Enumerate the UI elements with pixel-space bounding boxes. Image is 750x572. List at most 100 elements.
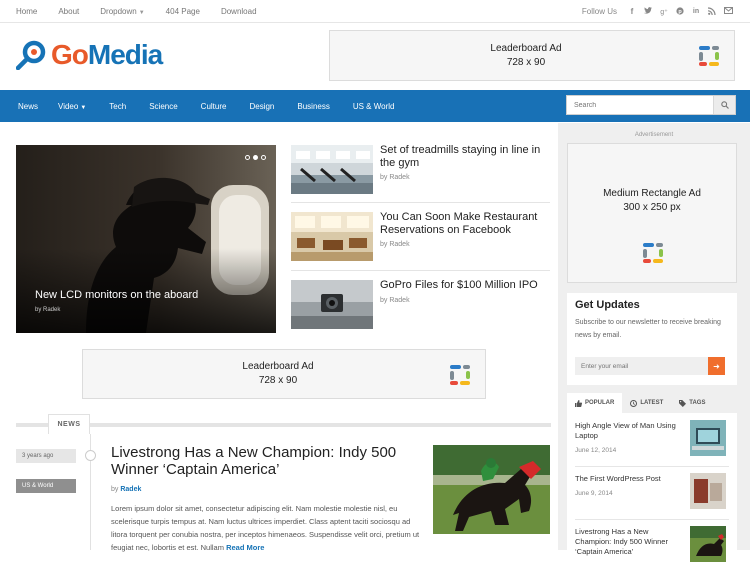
nav-us-world[interactable]: US & World (353, 102, 395, 111)
widget-title: Get Updates (575, 299, 640, 311)
twitter-icon[interactable] (644, 7, 652, 16)
ad-brand-icon (699, 46, 719, 66)
newsletter-widget: Get Updates Subscribe to our newsletter … (567, 293, 737, 385)
pinterest-icon[interactable]: p (676, 6, 684, 17)
popular-list: High Angle View of Man Using Laptop June… (567, 413, 737, 562)
slider-dot-active[interactable] (253, 155, 258, 160)
ad-brand-icon (450, 365, 470, 385)
byline-prefix: by (111, 486, 119, 493)
side-post[interactable]: Set of treadmills staying in line in the… (291, 144, 550, 195)
topnav-404-link[interactable]: 404 Page (166, 7, 200, 16)
post-thumbnail[interactable] (291, 280, 373, 329)
topnav-download-link[interactable]: Download (221, 7, 257, 16)
list-item-title[interactable]: The First WordPress Post (575, 474, 685, 484)
sidebar-tabs: POPULAR LATEST TAGS (567, 393, 737, 413)
subscribe-button[interactable]: ➜ (708, 357, 725, 375)
arrow-right-icon: ➜ (713, 361, 720, 371)
featured-title[interactable]: New LCD monitors on the aboard (35, 289, 198, 301)
post-thumbnail[interactable] (291, 212, 373, 261)
search-button[interactable] (713, 96, 735, 114)
list-item-title[interactable]: High Angle View of Man Using Laptop (575, 421, 685, 441)
ad-size: 728 x 90 (258, 375, 298, 386)
timeline-dot (85, 450, 96, 461)
logo-word-go: Go (51, 39, 89, 70)
rss-icon[interactable] (708, 6, 716, 17)
ad-title: Leaderboard Ad (242, 361, 314, 372)
search-input[interactable] (567, 96, 713, 114)
side-post[interactable]: You Can Soon Make Restaurant Reservation… (291, 211, 550, 262)
tab-latest[interactable]: LATEST (622, 393, 671, 413)
logo-word-media: Media (87, 39, 163, 70)
tab-label: LATEST (640, 400, 664, 406)
header-leaderboard-ad[interactable]: Leaderboard Ad 728 x 90 (329, 30, 735, 81)
nav-science[interactable]: Science (149, 102, 177, 111)
nav-tech[interactable]: Tech (109, 102, 126, 111)
post-title[interactable]: You Can Soon Make Restaurant Reservation… (380, 211, 548, 237)
read-more-link[interactable]: Read More (226, 543, 264, 552)
linkedin-icon[interactable]: in (692, 8, 700, 15)
article-title[interactable]: Livestrong Has a New Champion: Indy 500 … (111, 444, 421, 478)
follow-us-label: Follow Us (581, 7, 617, 16)
nav-news[interactable]: News (18, 102, 38, 111)
ad-size: 728 x 90 (506, 56, 546, 68)
nav-video[interactable]: Video ▼ (58, 102, 86, 111)
list-item-thumbnail[interactable] (690, 420, 726, 456)
category-badge[interactable]: US & World (16, 479, 76, 493)
slider-dot[interactable] (261, 155, 266, 160)
site-logo[interactable]: GoMedia (16, 39, 163, 70)
email-field[interactable] (575, 357, 709, 375)
tab-label: TAGS (689, 400, 706, 406)
tab-popular[interactable]: POPULAR (567, 393, 623, 413)
list-item-thumbnail[interactable] (690, 526, 726, 562)
ad-title: Medium Rectangle Ad (603, 188, 701, 199)
nav-business[interactable]: Business (297, 102, 329, 111)
list-item[interactable]: Livestrong Has a New Champion: Indy 500 … (567, 519, 737, 572)
tab-tags[interactable]: TAGS (671, 393, 713, 413)
main-nav: News Video ▼ Tech Science Culture Design … (18, 90, 417, 122)
list-item-thumbnail[interactable] (690, 473, 726, 509)
article-author[interactable]: Radek (120, 486, 141, 493)
widget-description: Subscribe to our newsletter to receive b… (575, 319, 721, 339)
ad-title: Leaderboard Ad (490, 42, 562, 54)
list-item[interactable]: The First WordPress Post June 9, 2014 (567, 466, 737, 519)
ad-brand-icon (643, 243, 663, 263)
sidebar-rectangle-ad[interactable]: Medium Rectangle Ad 300 x 250 px (567, 143, 737, 283)
post-author: by Radek (380, 297, 410, 304)
tag-icon (679, 399, 687, 407)
section-tag-news: NEWS (48, 414, 90, 434)
article-image[interactable] (433, 445, 550, 534)
slider-dot[interactable] (245, 155, 250, 160)
featured-slider[interactable]: New LCD monitors on the aboard by Radek (16, 145, 276, 333)
top-bar: Home About Dropdown ▼ 404 Page Download F… (0, 0, 750, 23)
content-leaderboard-ad[interactable]: Leaderboard Ad 728 x 90 (82, 349, 486, 399)
post-title[interactable]: GoPro Files for $100 Million IPO (380, 279, 548, 292)
search-box (566, 95, 736, 115)
article-byline: by Radek (111, 486, 141, 493)
google-plus-icon[interactable]: g⁺ (660, 8, 668, 16)
topnav-dropdown-link[interactable]: Dropdown ▼ (100, 7, 144, 16)
tab-label: POPULAR (585, 400, 615, 406)
topnav-home-link[interactable]: Home (16, 7, 37, 16)
side-post[interactable]: GoPro Files for $100 Million IPO by Rade… (291, 279, 550, 330)
divider (291, 270, 550, 271)
list-item[interactable]: High Angle View of Man Using Laptop June… (567, 413, 737, 466)
post-author: by Radek (380, 241, 410, 248)
email-icon[interactable] (724, 7, 733, 16)
divider (291, 202, 550, 203)
topnav-about-link[interactable]: About (58, 7, 79, 16)
slider-dots (245, 155, 266, 160)
list-item-title[interactable]: Livestrong Has a New Champion: Indy 500 … (575, 527, 685, 557)
featured-image (16, 145, 276, 333)
nav-culture[interactable]: Culture (201, 102, 227, 111)
featured-author: by Radek (35, 307, 61, 313)
chevron-down-icon: ▼ (138, 10, 145, 16)
post-author: by Radek (380, 174, 410, 181)
list-item-date: June 9, 2014 (575, 490, 613, 497)
article-excerpt: Lorem ipsum dolor sit amet, consectetur … (111, 502, 421, 554)
nav-design[interactable]: Design (249, 102, 274, 111)
post-title[interactable]: Set of treadmills staying in line in the… (380, 144, 548, 170)
top-nav: Home About Dropdown ▼ 404 Page Download (16, 0, 278, 23)
facebook-icon[interactable]: f (628, 7, 636, 16)
post-thumbnail[interactable] (291, 145, 373, 194)
ad-size: 300 x 250 px (623, 202, 681, 213)
